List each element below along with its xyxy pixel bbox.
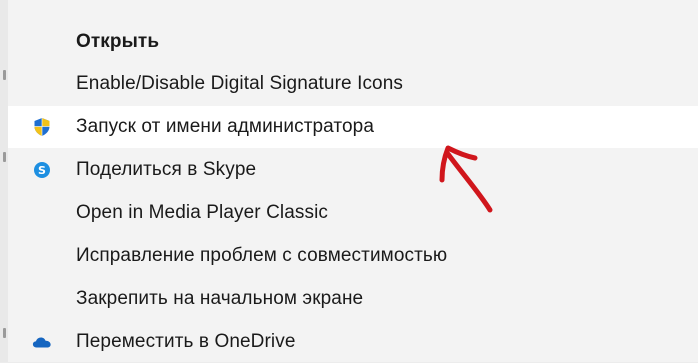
red-arrow-annotation	[439, 145, 493, 213]
menu-item-label: Поделиться в Skype	[76, 159, 257, 180]
edge-mark	[3, 152, 6, 162]
menu-item-move-to-onedrive[interactable]: Переместить в OneDrive	[8, 321, 698, 363]
menu-item-label: Исправление проблем с совместимостью	[76, 245, 448, 266]
menu-item-label: Открыть	[76, 31, 160, 52]
menu-item-label: Переместить в OneDrive	[76, 331, 296, 352]
context-menu: Открыть Enable/Disable Digital Signature…	[8, 0, 698, 362]
menu-item-label: Запуск от имени администратора	[76, 116, 375, 137]
menu-item-open-media-player-classic[interactable]: Open in Media Player Classic	[8, 192, 698, 234]
edge-mark	[3, 328, 6, 338]
menu-item-open[interactable]: Открыть	[8, 21, 698, 63]
skype-icon: S	[32, 160, 52, 180]
menu-item-troubleshoot-compatibility[interactable]: Исправление проблем с совместимостью	[8, 235, 698, 277]
menu-item-digital-signature-icons[interactable]: Enable/Disable Digital Signature Icons	[8, 63, 698, 105]
menu-item-share-skype[interactable]: S Поделиться в Skype	[8, 149, 698, 191]
onedrive-icon	[32, 332, 52, 352]
menu-item-label: Enable/Disable Digital Signature Icons	[76, 73, 403, 94]
menu-item-label: Open in Media Player Classic	[76, 202, 329, 223]
desktop-edge	[0, 0, 8, 362]
edge-mark	[3, 70, 6, 80]
menu-item-run-as-administrator[interactable]: Запуск от имени администратора	[8, 106, 698, 148]
menu-item-label: Закрепить на начальном экране	[76, 288, 364, 309]
svg-text:S: S	[38, 164, 46, 177]
uac-shield-icon	[32, 117, 52, 137]
menu-item-pin-to-start[interactable]: Закрепить на начальном экране	[8, 278, 698, 320]
